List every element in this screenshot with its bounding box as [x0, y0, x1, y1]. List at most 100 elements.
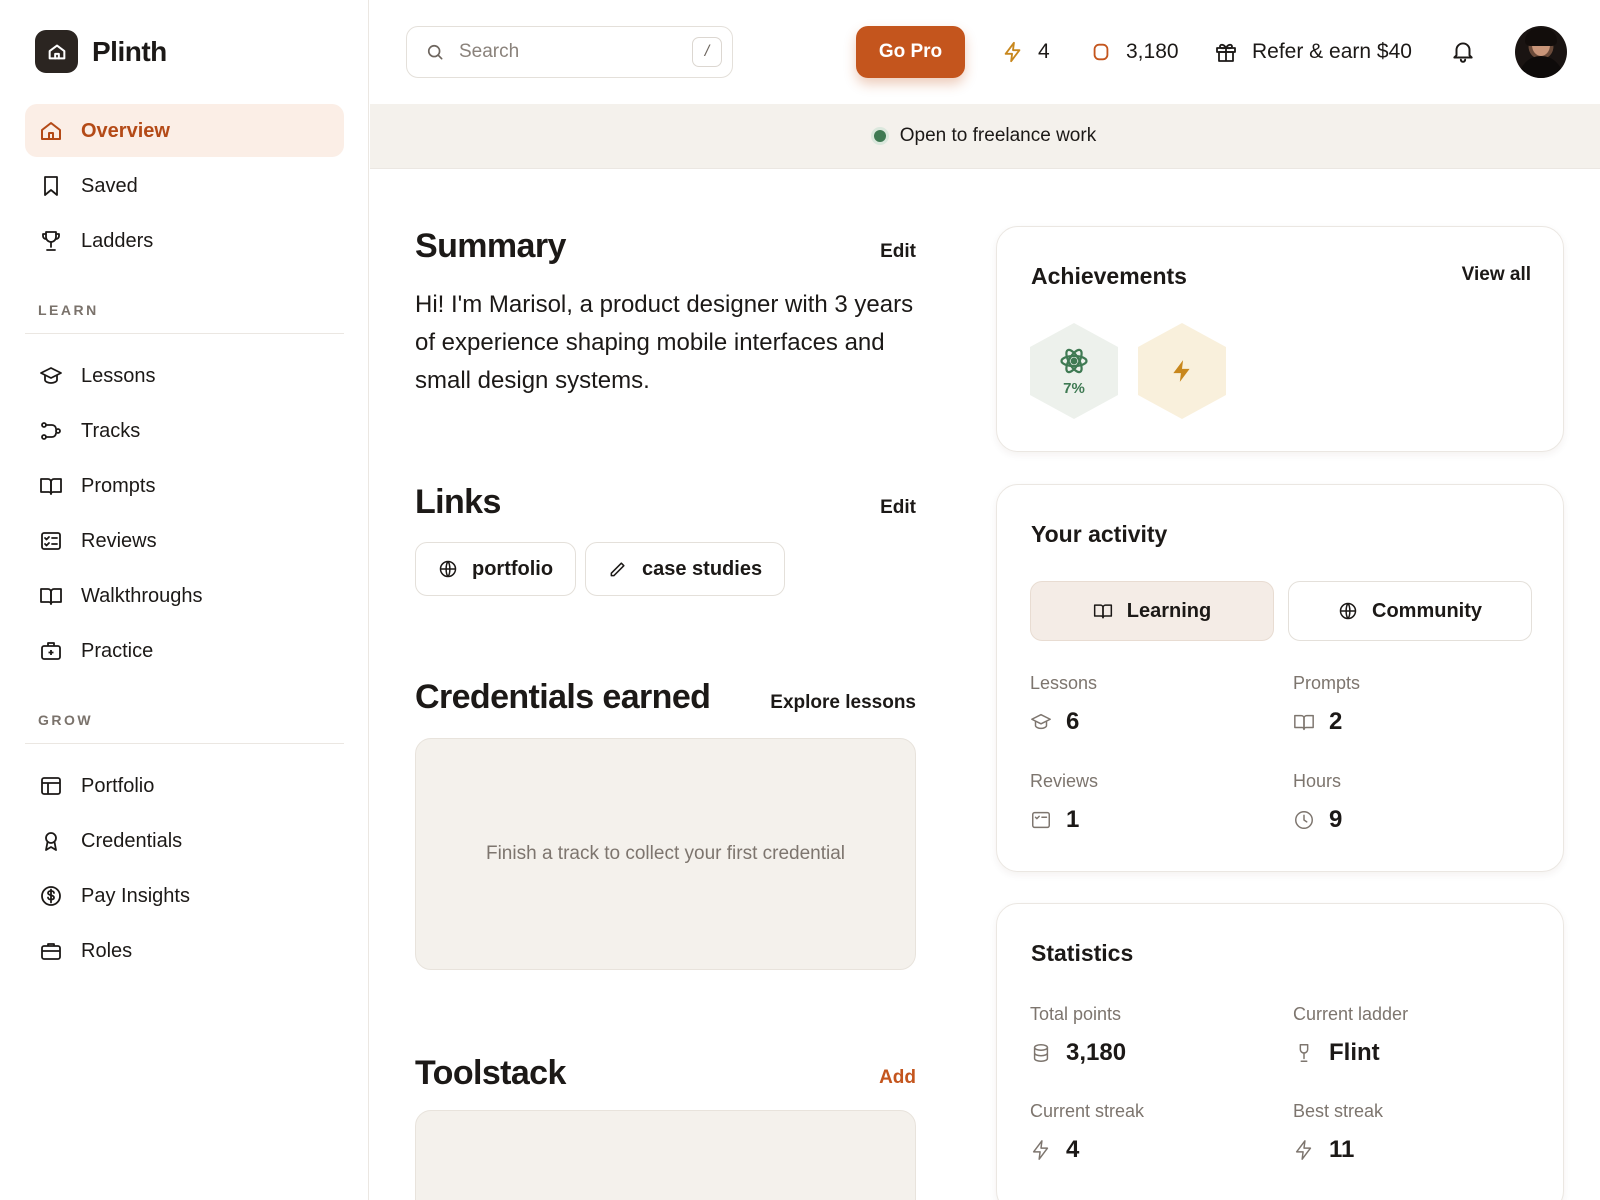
go-pro-button[interactable]: Go Pro [856, 26, 965, 78]
stat-value: 4 [1066, 1136, 1080, 1163]
stat-value: 6 [1066, 708, 1080, 735]
checklist-icon [1032, 811, 1050, 829]
sidebar-item-reviews[interactable]: Reviews [25, 514, 344, 567]
sidebar-item-overview[interactable]: Overview [25, 104, 344, 157]
divider [25, 743, 344, 744]
toolstack-add-button[interactable]: Add [800, 1067, 916, 1089]
achievement-badge[interactable]: 7% [1030, 323, 1118, 419]
avatar[interactable] [1515, 26, 1567, 78]
activity-stat-prompts: Prompts 2 [1293, 673, 1360, 736]
statistics-current-streak: Current streak 4 [1030, 1101, 1144, 1164]
stat-value: 2 [1329, 708, 1343, 735]
tab-label: Learning [1126, 599, 1212, 622]
statistics-best-streak: Best streak 11 [1293, 1101, 1383, 1164]
stat-label: Current ladder [1293, 1004, 1409, 1024]
link-label: portfolio [472, 557, 554, 580]
book-open-icon [40, 477, 62, 495]
links-title: Links [415, 483, 501, 521]
achievement-badge[interactable] [1138, 323, 1226, 419]
layout-icon [41, 776, 61, 795]
sidebar-item-tracks[interactable]: Tracks [25, 404, 344, 457]
brand[interactable]: Plinth [35, 30, 167, 73]
stat-label: Lessons [1030, 673, 1098, 693]
stat-label: Best streak [1293, 1101, 1384, 1121]
sidebar-item-roles[interactable]: Roles [25, 924, 344, 977]
activity-title: Your activity [1031, 521, 1168, 547]
sidebar-item-label: Overview [81, 119, 170, 142]
achievement-progress: 7% [1063, 379, 1085, 397]
sidebar-item-ladders[interactable]: Ladders [25, 214, 344, 267]
first-aid-kit-icon [41, 641, 61, 660]
links-edit-button[interactable]: Edit [800, 497, 916, 519]
stat-label: Current streak [1030, 1101, 1145, 1121]
statistics-card: Statistics Total points 3,180 Current la… [996, 903, 1564, 1200]
tab-community[interactable]: Community [1288, 581, 1532, 641]
sidebar-item-label: Ladders [81, 229, 154, 252]
sidebar-item-pay-insights[interactable]: Pay Insights [25, 869, 344, 922]
dollar-circle-icon [41, 885, 61, 906]
sidebar-item-credentials[interactable]: Credentials [25, 814, 344, 867]
link-chip-case-studies[interactable]: case studies [585, 542, 786, 596]
activity-stat-lessons: Lessons 6 [1030, 673, 1097, 736]
link-chip-portfolio[interactable]: portfolio [415, 542, 577, 596]
sidebar-item-label: Reviews [81, 529, 157, 552]
tab-learning[interactable]: Learning [1030, 581, 1274, 641]
refer-label: Refer & earn $40 [1252, 40, 1412, 63]
sidebar-item-lessons[interactable]: Lessons [25, 349, 344, 402]
sidebar-item-practice[interactable]: Practice [25, 624, 344, 677]
book-open-icon [40, 587, 62, 605]
achievements-title: Achievements [1031, 263, 1187, 289]
sidebar: Plinth Overview Saved Ladders LEARN Less… [0, 0, 369, 1200]
statistics-title: Statistics [1031, 940, 1134, 966]
search-icon [427, 44, 443, 60]
availability-banner: Open to freelance work [370, 104, 1600, 169]
award-icon [45, 831, 57, 851]
sidebar-item-portfolio[interactable]: Portfolio [25, 759, 344, 812]
divider [25, 333, 344, 334]
search-placeholder: Search [459, 41, 520, 62]
summary-title: Summary [415, 227, 566, 265]
sidebar-item-label: Credentials [81, 829, 183, 852]
stat-value: Flint [1329, 1039, 1380, 1066]
streak-value: 4 [1038, 40, 1050, 63]
stat-value: 1 [1066, 806, 1080, 833]
explore-lessons-link[interactable]: Explore lessons [716, 692, 916, 714]
graduation-cap-icon [40, 366, 62, 384]
trophy-icon [1299, 1044, 1309, 1062]
route-icon [41, 421, 61, 440]
search-shortcut-key: / [692, 37, 722, 67]
avatar-body [1519, 56, 1563, 78]
activity-stat-hours: Hours 9 [1293, 771, 1342, 834]
sidebar-item-label: Lessons [81, 364, 156, 387]
search-input[interactable]: Search / [406, 26, 733, 78]
section-label-grow: GROW [38, 712, 94, 728]
sidebar-item-label: Roles [81, 939, 133, 962]
lightning-icon [1032, 1140, 1049, 1160]
toolstack-empty-state [415, 1110, 916, 1200]
lightning-icon [1295, 1140, 1312, 1160]
atom-icon [1060, 348, 1088, 373]
activity-card: Your activity Learning Community Lessons… [996, 484, 1564, 872]
book-open-icon [1294, 714, 1314, 731]
streak-counter[interactable]: 4 [1002, 26, 1050, 78]
pencil-icon [610, 562, 625, 577]
clock-icon [1295, 811, 1313, 829]
sidebar-item-saved[interactable]: Saved [25, 159, 344, 212]
refer-earn-link[interactable]: Refer & earn $40 [1214, 26, 1412, 78]
view-all-achievements-link[interactable]: View all [1462, 264, 1531, 286]
credentials-empty-state: Finish a track to collect your first cre… [415, 738, 916, 970]
sidebar-item-prompts[interactable]: Prompts [25, 459, 344, 512]
bell-icon[interactable] [1450, 38, 1476, 64]
summary-edit-button[interactable]: Edit [800, 241, 916, 263]
link-label: case studies [642, 557, 763, 580]
globe-icon [439, 560, 457, 578]
coin-icon [1093, 43, 1109, 61]
stat-value: 9 [1329, 806, 1343, 833]
sidebar-item-walkthroughs[interactable]: Walkthroughs [25, 569, 344, 622]
statistics-total-points: Total points 3,180 [1030, 1004, 1126, 1067]
statistics-current-ladder: Current ladder Flint [1293, 1004, 1408, 1067]
sidebar-item-label: Saved [81, 174, 138, 197]
points-counter[interactable]: 3,180 [1090, 26, 1179, 78]
book-open-icon [1093, 604, 1112, 619]
sidebar-item-label: Walkthroughs [81, 584, 203, 607]
